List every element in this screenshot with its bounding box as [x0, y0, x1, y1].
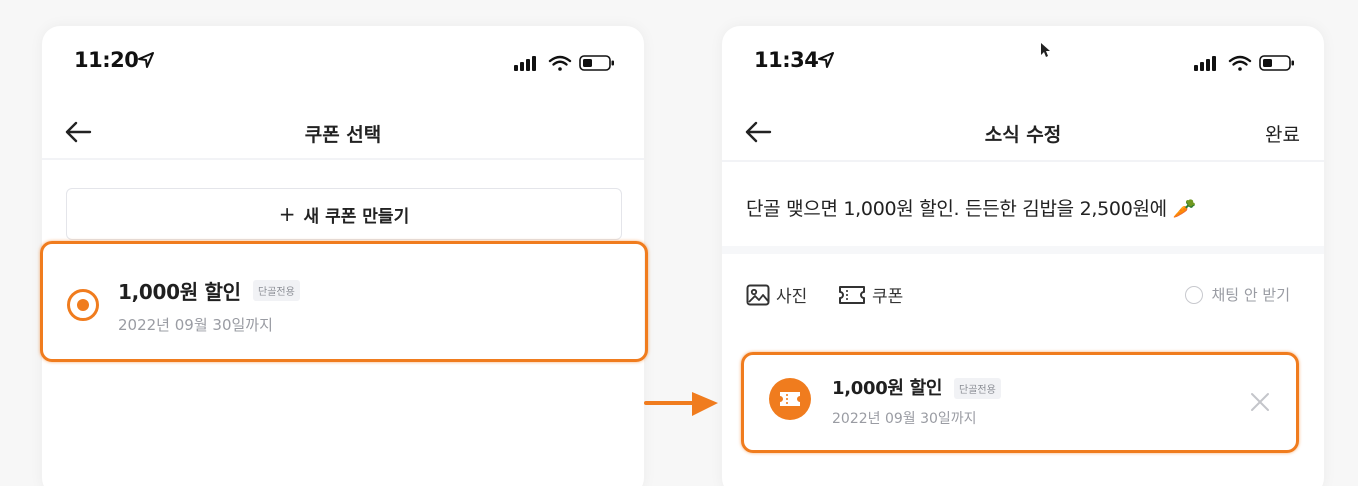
flow-arrow-icon	[644, 392, 718, 416]
disable-chat-option[interactable]: 채팅 안 받기	[1185, 284, 1290, 305]
wifi-icon	[548, 55, 572, 71]
mouse-cursor-icon	[1041, 43, 1050, 57]
done-button[interactable]: 완료	[1265, 120, 1300, 147]
new-coupon-label: 새 쿠폰 만들기	[303, 206, 410, 227]
location-arrow-icon	[818, 52, 834, 68]
photo-icon	[746, 284, 770, 305]
wifi-icon	[1228, 55, 1252, 71]
nav-bar: 쿠폰 선택	[42, 108, 644, 160]
status-bar: 11:20	[42, 48, 644, 76]
chat-radio[interactable]	[1185, 285, 1204, 304]
nav-bar: 소식 수정 완료	[722, 108, 1324, 160]
divider	[42, 158, 644, 160]
signal-icon	[1194, 56, 1216, 71]
coupon-icon	[839, 285, 865, 304]
status-icons	[514, 55, 614, 71]
location-arrow-icon	[138, 52, 154, 68]
status-bar: 11:34	[722, 48, 1324, 76]
plus-icon: +	[278, 202, 296, 226]
status-time: 11:20	[74, 48, 139, 72]
attach-coupon-label: 쿠폰	[872, 287, 904, 307]
selected-coupon-highlight	[40, 241, 648, 362]
battery-icon	[579, 55, 614, 71]
page-title: 쿠폰 선택	[304, 124, 382, 146]
new-coupon-button[interactable]: + 새 쿠폰 만들기	[66, 188, 622, 240]
disable-chat-label: 채팅 안 받기	[1211, 286, 1290, 304]
section-divider	[722, 246, 1324, 254]
divider	[722, 160, 1324, 162]
attach-coupon-button[interactable]: 쿠폰	[838, 282, 903, 307]
status-icons	[1194, 55, 1294, 71]
status-time: 11:34	[754, 48, 819, 72]
post-text[interactable]: 단골 맺으면 1,000원 할인. 든든한 김밥을 2,500원에 🥕	[746, 194, 1196, 221]
attach-photo-label: 사진	[776, 287, 808, 307]
signal-icon	[514, 56, 536, 71]
attach-photo-button[interactable]: 사진	[746, 282, 807, 307]
battery-icon	[1259, 55, 1294, 71]
page-title: 소식 수정	[984, 124, 1062, 146]
attached-coupon-highlight	[741, 352, 1299, 453]
